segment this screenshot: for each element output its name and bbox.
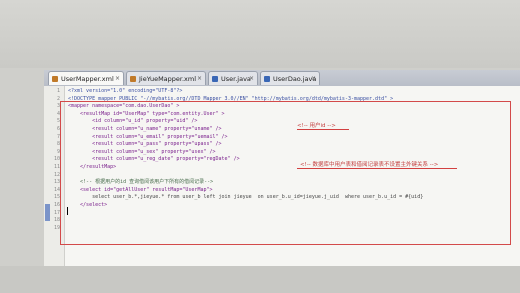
xml-file-icon: [130, 76, 136, 82]
line-number: 5: [56, 118, 60, 125]
line-number: 9: [56, 148, 60, 155]
java-file-icon: [212, 76, 218, 82]
line-number: 13: [53, 179, 60, 186]
line-number: 2: [56, 95, 60, 102]
tab-user-java[interactable]: User.java ×: [208, 71, 258, 85]
xml-file-icon: [52, 76, 58, 82]
close-icon[interactable]: ×: [197, 72, 202, 86]
tab-usermapper-xml[interactable]: UserMapper.xml ×: [48, 71, 124, 85]
ide-toolbar-area: [0, 0, 520, 68]
annotation-user-id: <!-- 用户id -->: [297, 123, 336, 129]
line-number: 11: [53, 164, 60, 170]
line-number: 15: [53, 194, 60, 201]
line-number: 19: [53, 224, 60, 231]
tab-label: JieYueMapper.xml: [139, 75, 197, 83]
annotation-underline: [297, 168, 457, 169]
tab-label: UserDao.java: [273, 75, 317, 83]
line-number: 14: [53, 186, 60, 193]
close-icon[interactable]: ×: [249, 72, 254, 86]
annotation-relation: <!-- 数据库中用户表和借阅记录表不设置主外键关系 -->: [300, 162, 439, 168]
code-line-xml-decl: <?xml version="1.0" encoding="UTF-8"?>: [68, 88, 183, 94]
text-cursor: [67, 207, 68, 215]
line-number: 17: [53, 209, 60, 216]
line-number: 18: [53, 217, 60, 224]
tab-label: UserMapper.xml: [61, 75, 114, 83]
line-number: 4: [56, 110, 60, 117]
line-number: 6: [56, 126, 60, 132]
line-number: 8: [56, 141, 60, 148]
line-number: 16: [53, 202, 60, 208]
line-number: 12: [53, 171, 60, 178]
close-icon[interactable]: ×: [115, 72, 120, 86]
line-number: 7: [56, 133, 60, 140]
close-icon[interactable]: ×: [311, 72, 316, 86]
line-number: 10: [53, 156, 60, 163]
editor-tab-bar: UserMapper.xml × JieYueMapper.xml × User…: [44, 70, 520, 87]
java-file-icon: [264, 76, 270, 82]
tab-userdao-java[interactable]: UserDao.java ×: [260, 71, 320, 85]
tab-jieyuemapper-xml[interactable]: JieYueMapper.xml ×: [126, 71, 206, 85]
status-area: [0, 266, 520, 293]
line-number: 3: [56, 103, 60, 110]
annotation-underline: [297, 129, 349, 130]
line-number: 1: [56, 88, 60, 94]
highlight-box: [60, 101, 511, 245]
tab-label: User.java: [221, 75, 251, 83]
